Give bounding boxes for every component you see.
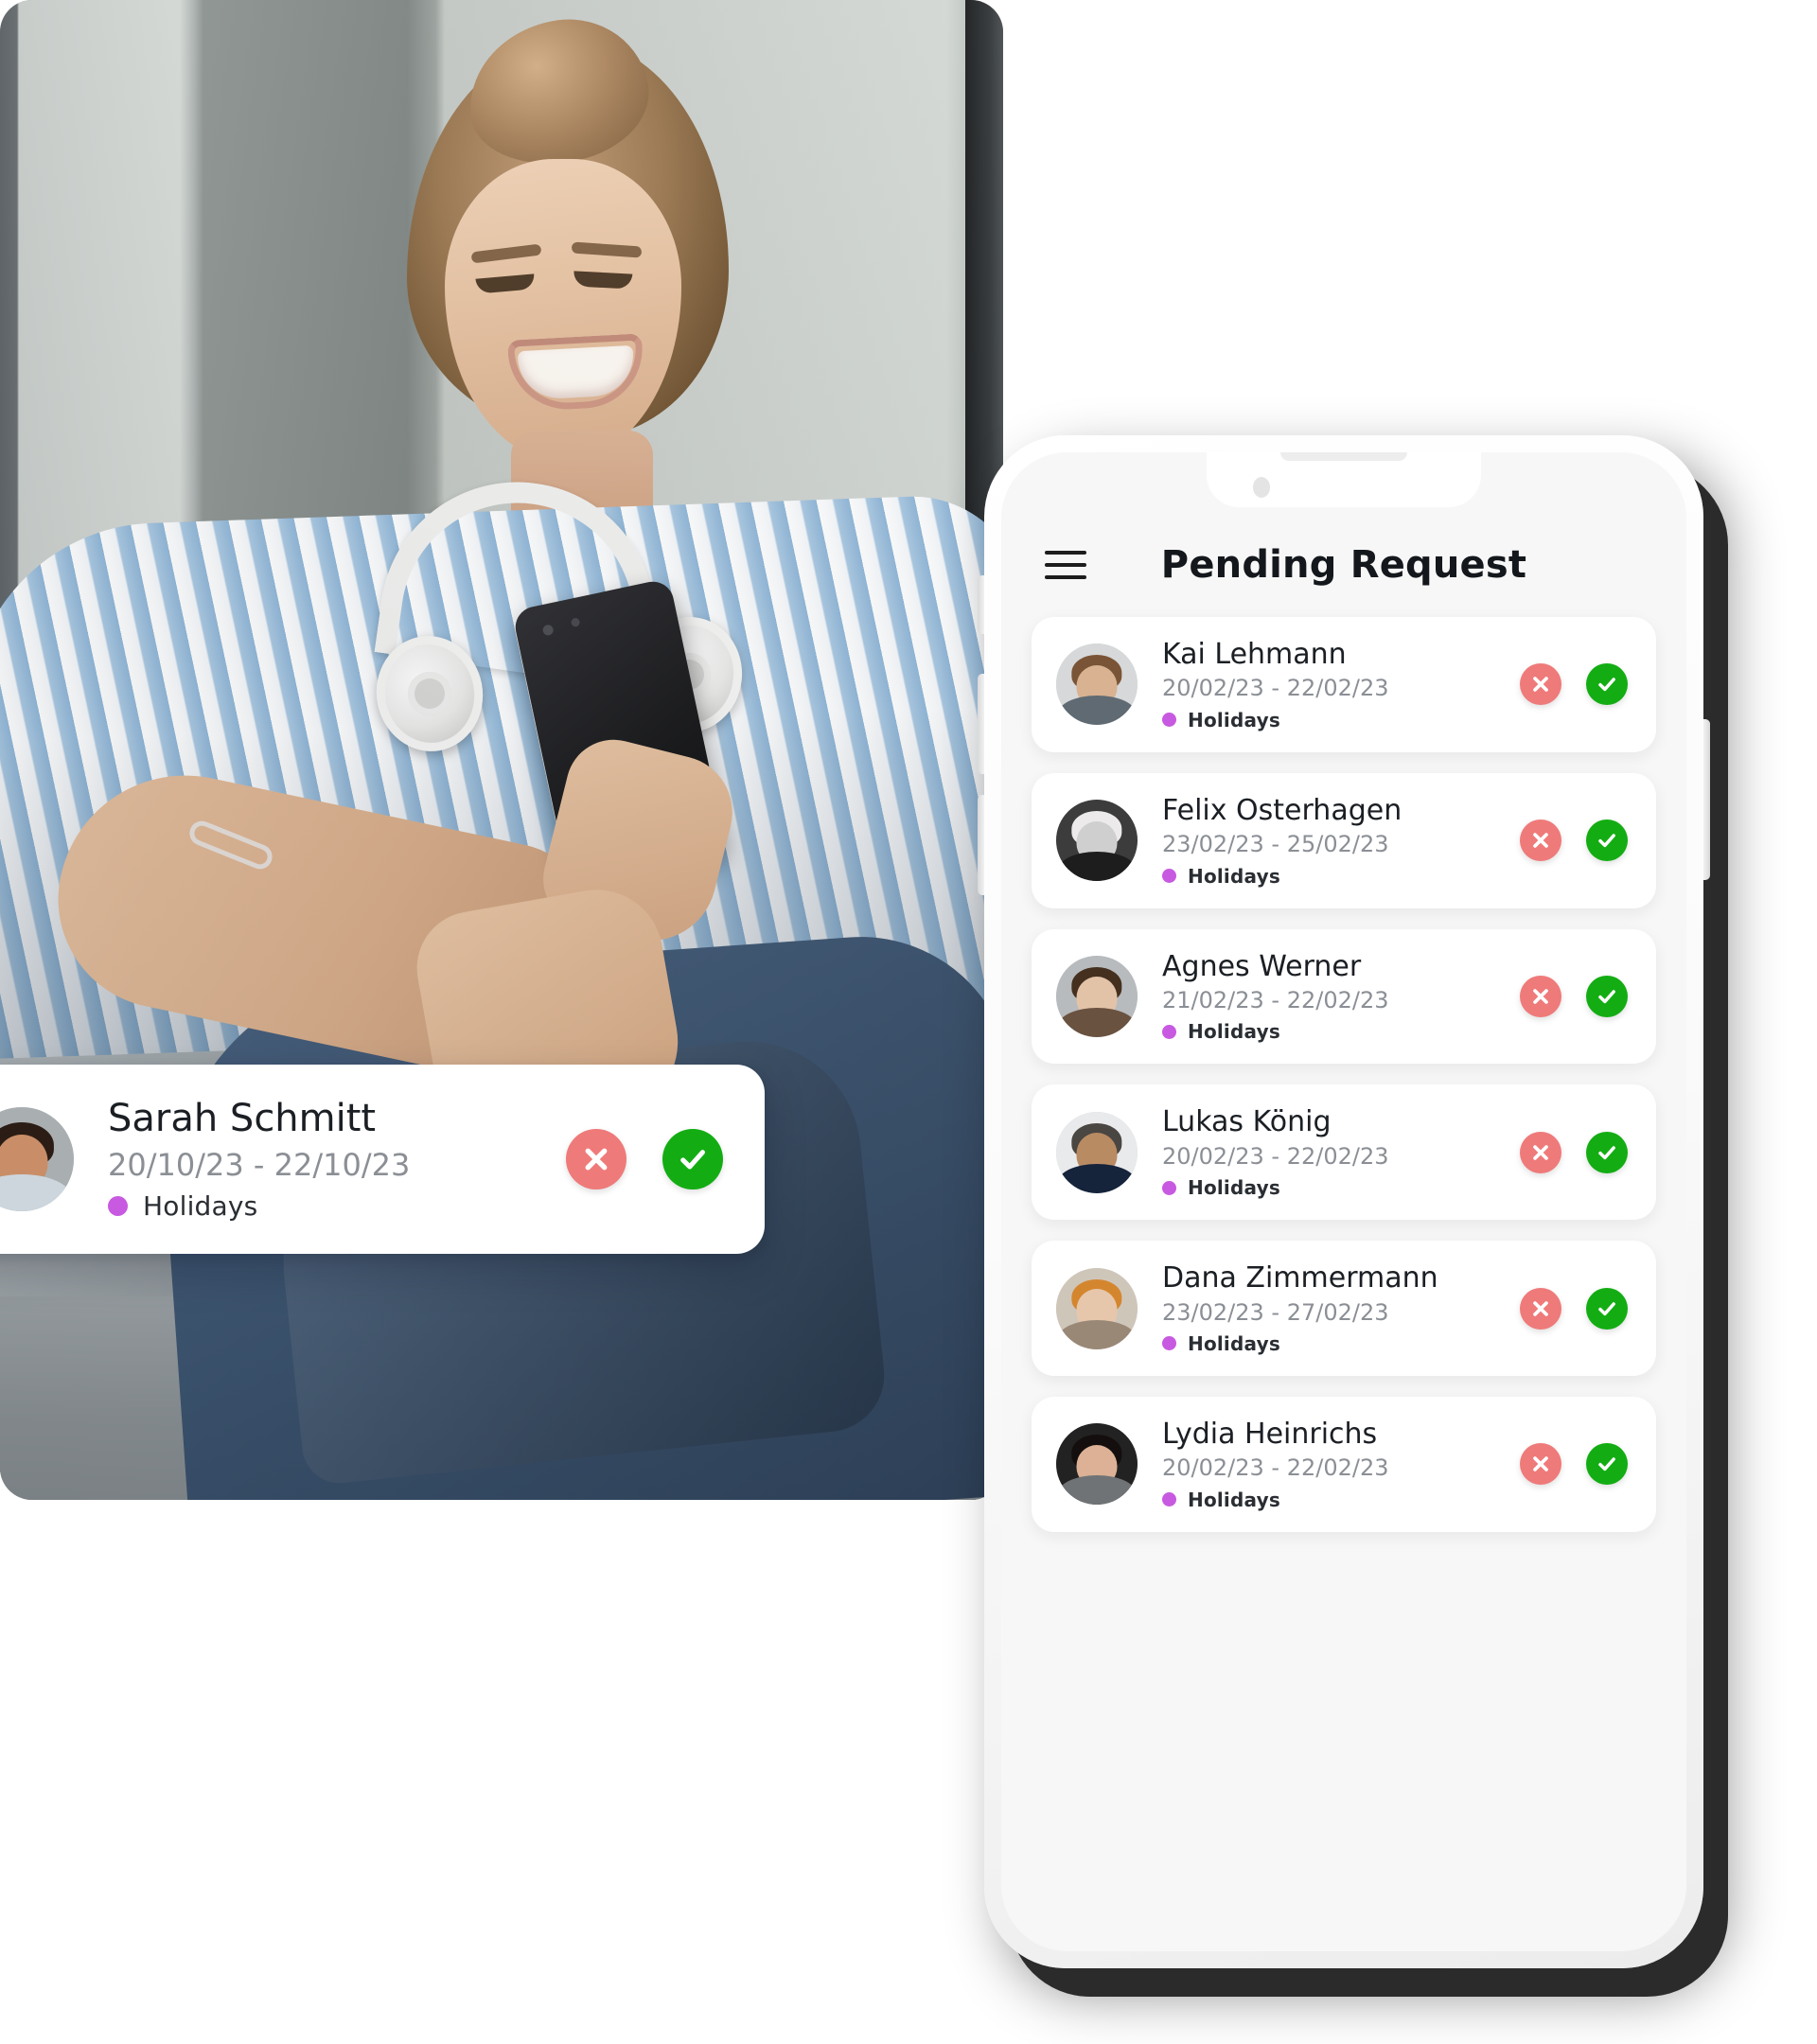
request-card[interactable]: Agnes Werner 21/02/23 - 22/02/23 Holidays xyxy=(1032,928,1656,1065)
request-actions xyxy=(1520,975,1632,1017)
request-dates: 23/02/23 - 25/02/23 xyxy=(1162,831,1389,858)
request-actions xyxy=(1520,1131,1632,1173)
app-screen: Pending Request Kai Lehmann 20/02/23 - 22… xyxy=(1001,452,1686,1951)
request-dates: 21/02/23 - 22/02/23 xyxy=(1162,986,1389,1013)
phone-mockup: Pending Request Kai Lehmann 20/02/23 - 22… xyxy=(978,435,1710,1968)
earpiece-speaker xyxy=(1280,452,1407,461)
request-type-label: Holidays xyxy=(1188,1488,1280,1511)
reject-button[interactable] xyxy=(1520,1131,1561,1173)
front-camera xyxy=(1253,477,1270,498)
page-title: Pending Request xyxy=(1160,543,1527,587)
hero-scene xyxy=(0,0,1003,1500)
requester-name: Felix Osterhagen xyxy=(1162,793,1402,827)
request-type-dot xyxy=(1162,1492,1176,1507)
request-type: Holidays xyxy=(1162,1020,1520,1043)
page-root: Pending Request Kai Lehmann 20/02/23 - 22… xyxy=(0,0,1817,2044)
pending-request-list: Kai Lehmann 20/02/23 - 22/02/23 Holidays Fe… xyxy=(1032,617,1656,1532)
accept-button[interactable] xyxy=(1586,975,1628,1017)
request-dates: 20/02/23 - 22/02/23 xyxy=(1162,675,1389,702)
phone-screen: Pending Request Kai Lehmann 20/02/23 - 22… xyxy=(1001,452,1686,1951)
request-type: Holidays xyxy=(1162,1332,1520,1355)
requester-name: Dana Zimmermann xyxy=(1162,1261,1438,1295)
avatar-shoulders xyxy=(1057,1008,1137,1037)
request-info: Lukas König 20/02/23 - 22/02/23 Holidays xyxy=(1138,1105,1520,1199)
volume-down-button[interactable] xyxy=(978,795,984,895)
accept-button[interactable] xyxy=(1586,663,1628,706)
request-actions xyxy=(1520,1443,1632,1486)
requester-name: Sarah Schmitt xyxy=(108,1097,377,1140)
avatar-shoulders xyxy=(1057,1163,1137,1193)
request-type-label: Holidays xyxy=(143,1190,258,1223)
accept-button[interactable] xyxy=(1586,1443,1628,1486)
request-type-dot xyxy=(1162,869,1176,884)
reject-button[interactable] xyxy=(1520,975,1561,1017)
request-actions xyxy=(566,1129,727,1190)
request-info: Sarah Schmitt 20/10/23 - 22/10/23 Holidays xyxy=(74,1097,566,1222)
app-bar: Pending Request xyxy=(1032,526,1656,604)
request-type-label: Holidays xyxy=(1188,864,1280,888)
avatar-shoulders xyxy=(1057,696,1137,726)
request-type-dot xyxy=(1162,1024,1176,1039)
request-type: Holidays xyxy=(1162,1176,1520,1199)
request-info: Dana Zimmermann 23/02/23 - 27/02/23 Holida… xyxy=(1138,1261,1520,1355)
accept-button[interactable] xyxy=(1586,1131,1628,1173)
request-dates: 20/10/23 - 22/10/23 xyxy=(108,1147,411,1184)
request-info: Felix Osterhagen 23/02/23 - 25/02/23 Holid… xyxy=(1138,794,1520,888)
reject-button[interactable] xyxy=(1520,1287,1561,1330)
request-type-dot xyxy=(1162,713,1176,728)
highlighted-request-card[interactable]: Sarah Schmitt 20/10/23 - 22/10/23 Holidays xyxy=(0,1065,765,1255)
accept-button[interactable] xyxy=(1586,1287,1628,1330)
reject-button[interactable] xyxy=(566,1129,626,1190)
requester-name: Agnes Werner xyxy=(1162,949,1362,983)
avatar xyxy=(1056,643,1138,726)
request-type: Holidays xyxy=(1162,865,1520,888)
hamburger-menu-icon[interactable] xyxy=(1045,551,1086,579)
request-type-label: Holidays xyxy=(1188,1331,1280,1355)
power-button[interactable] xyxy=(1703,719,1710,880)
reject-button[interactable] xyxy=(1520,663,1561,706)
accept-button[interactable] xyxy=(662,1129,723,1190)
avatar xyxy=(1056,1423,1138,1506)
request-info: Lydia Heinrichs 20/02/23 - 22/02/23 Holida… xyxy=(1138,1418,1520,1511)
request-type-label: Holidays xyxy=(1188,1020,1280,1044)
request-dates: 23/02/23 - 27/02/23 xyxy=(1162,1298,1389,1326)
request-card[interactable]: Kai Lehmann 20/02/23 - 22/02/23 Holidays xyxy=(1032,617,1656,752)
requester-name: Lukas König xyxy=(1162,1105,1332,1139)
hero-photo xyxy=(0,0,1003,1500)
request-type-label: Holidays xyxy=(1188,708,1280,731)
request-actions xyxy=(1520,1287,1632,1330)
avatar-shoulders xyxy=(1057,1475,1137,1506)
avatar-shoulders xyxy=(1057,852,1137,882)
volume-up-button[interactable] xyxy=(978,674,984,774)
avatar xyxy=(1056,955,1138,1037)
reject-button[interactable] xyxy=(1520,1443,1561,1486)
request-actions xyxy=(1520,819,1632,862)
avatar xyxy=(0,1107,74,1212)
avatar xyxy=(1056,800,1138,882)
avatar-shoulders xyxy=(1057,1319,1137,1349)
request-type-dot xyxy=(1162,1336,1176,1351)
request-info: Agnes Werner 21/02/23 - 22/02/23 Holidays xyxy=(1138,949,1520,1043)
mute-switch[interactable] xyxy=(978,575,984,634)
request-type-label: Holidays xyxy=(1188,1176,1280,1200)
request-dates: 20/02/23 - 22/02/23 xyxy=(1162,1142,1389,1170)
requester-name: Kai Lehmann xyxy=(1162,638,1347,671)
avatar xyxy=(1056,1267,1138,1349)
request-type: Holidays xyxy=(108,1190,566,1222)
request-card[interactable]: Lydia Heinrichs 20/02/23 - 22/02/23 Holida… xyxy=(1032,1396,1656,1532)
reject-button[interactable] xyxy=(1520,819,1561,862)
request-card[interactable]: Dana Zimmermann 23/02/23 - 27/02/23 Holida… xyxy=(1032,1241,1656,1376)
request-info: Kai Lehmann 20/02/23 - 22/02/23 Holidays xyxy=(1138,638,1520,731)
request-type: Holidays xyxy=(1162,1489,1520,1511)
request-type: Holidays xyxy=(1162,709,1520,731)
request-dates: 20/02/23 - 22/02/23 xyxy=(1162,1454,1389,1482)
avatar xyxy=(1056,1111,1138,1193)
request-card[interactable]: Lukas König 20/02/23 - 22/02/23 Holidays xyxy=(1032,1084,1656,1221)
request-type-dot xyxy=(1162,1180,1176,1195)
accept-button[interactable] xyxy=(1586,819,1628,862)
request-type-dot xyxy=(108,1196,128,1217)
requester-name: Lydia Heinrichs xyxy=(1162,1417,1378,1451)
request-card[interactable]: Felix Osterhagen 23/02/23 - 25/02/23 Holid… xyxy=(1032,772,1656,908)
request-actions xyxy=(1520,663,1632,706)
